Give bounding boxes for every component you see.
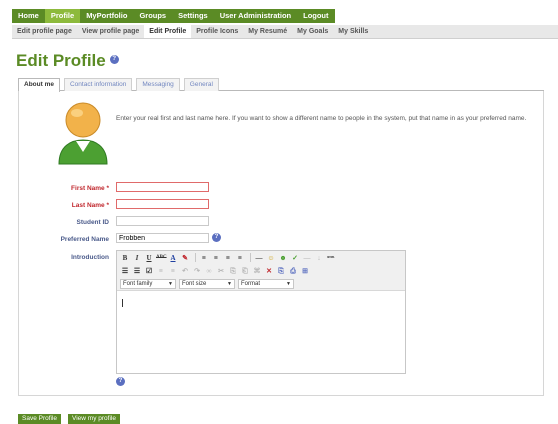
- save-profile-button[interactable]: Save Profile: [18, 414, 62, 424]
- undo-icon[interactable]: ↶: [180, 266, 190, 276]
- numbered-list-icon[interactable]: ☰: [132, 266, 142, 276]
- introduction-label: Introduction: [71, 254, 109, 261]
- subnav-edit-profile-page[interactable]: Edit profile page: [12, 25, 77, 38]
- top-navigation: Home Profile MyPortfolio Groups Settings…: [12, 9, 335, 23]
- spellcheck-icon[interactable]: ✓: [290, 253, 300, 263]
- nav-user-administration[interactable]: User Administration: [214, 9, 297, 23]
- student-id-label: Student ID: [76, 219, 110, 226]
- nav-profile[interactable]: Profile: [44, 9, 81, 23]
- tab-general[interactable]: General: [183, 78, 219, 91]
- font-size-select[interactable]: Font size ▼: [179, 278, 235, 289]
- indent-icon[interactable]: ≡: [168, 266, 178, 276]
- preferred-name-label: Preferred Name: [60, 236, 109, 243]
- emoticon-icon[interactable]: ☺: [266, 253, 276, 263]
- nav-home[interactable]: Home: [12, 9, 45, 23]
- about-me-description: Enter your real first and last name here…: [116, 115, 527, 122]
- format-select[interactable]: Format ▼: [238, 278, 294, 289]
- nav-groups[interactable]: Groups: [133, 9, 172, 23]
- outdent-icon[interactable]: ≡: [156, 266, 166, 276]
- html-source-icon[interactable]: ᴴᵀᴹᴸ: [326, 253, 336, 263]
- first-name-input[interactable]: [116, 182, 209, 192]
- chevron-down-icon: ▼: [286, 280, 291, 287]
- page-title-text: Edit Profile: [16, 51, 106, 70]
- nav-logout[interactable]: Logout: [297, 9, 334, 23]
- nav-settings[interactable]: Settings: [172, 9, 214, 23]
- subnav-my-resume[interactable]: My Resumé: [243, 25, 292, 38]
- table-icon[interactable]: ⊞: [300, 266, 310, 276]
- print-icon[interactable]: ⎙: [288, 266, 298, 276]
- chevron-down-icon: ▼: [168, 280, 173, 287]
- separator-icon: —: [303, 253, 311, 262]
- font-family-select-value: Font family: [123, 280, 153, 287]
- required-mark: *: [106, 185, 109, 192]
- font-size-select-value: Font size: [182, 280, 207, 287]
- profile-tabs: About me Contact information Messaging G…: [18, 78, 544, 92]
- horizontal-rule-icon[interactable]: —: [254, 253, 264, 263]
- text-color-icon[interactable]: A: [168, 253, 178, 263]
- first-name-label: First Name *: [19, 185, 109, 192]
- toolbar-divider: [250, 253, 251, 262]
- tab-contact-information[interactable]: Contact information: [63, 78, 133, 91]
- subnav-profile-icons[interactable]: Profile Icons: [191, 25, 243, 38]
- underline-button[interactable]: U: [144, 253, 154, 263]
- bullet-list-icon[interactable]: ☰: [120, 266, 130, 276]
- preferred-name-input[interactable]: [116, 233, 209, 243]
- paste-icon[interactable]: ↓: [314, 253, 324, 263]
- nav-myportfolio[interactable]: MyPortfolio: [80, 9, 133, 23]
- chevron-down-icon: ▼: [227, 280, 232, 287]
- last-name-label: Last Name *: [19, 202, 109, 209]
- format-select-value: Format: [241, 280, 261, 287]
- page-title: Edit Profile?: [16, 51, 119, 71]
- subnav-view-profile-page[interactable]: View profile page: [77, 25, 144, 38]
- cut-icon[interactable]: ✂: [216, 266, 226, 276]
- highlight-color-icon[interactable]: ✎: [180, 253, 190, 263]
- align-left-icon[interactable]: ≡: [199, 253, 209, 263]
- italic-button[interactable]: I: [132, 253, 142, 263]
- bold-button[interactable]: B: [120, 253, 130, 263]
- copy-format-icon[interactable]: ⎘: [276, 266, 286, 276]
- editor-toolbar-row-3: Font family ▼ Font size ▼ Format ▼: [117, 277, 405, 291]
- editor-toolbar-row-2: ☰ ☰ ☑ ≡ ≡ ↶ ↷ ∞ ✂ ⎘ ⎗ ⌘ ✕ ⎘ ⎙ ⊞: [117, 264, 405, 277]
- align-right-icon[interactable]: ≡: [223, 253, 233, 263]
- paste-text-icon[interactable]: ⎗: [240, 266, 250, 276]
- remove-format-icon[interactable]: ✕: [264, 266, 274, 276]
- align-center-icon[interactable]: ≡: [211, 253, 221, 263]
- editor-toolbar-row-1: B I U ABC A ✎ ≡ ≡ ≡ ≡ — ☺ ☻ ✓ — ↓ ᴴᵀᴹᴸ: [117, 251, 405, 264]
- introduction-help-icon[interactable]: ?: [116, 377, 125, 386]
- anchor-icon[interactable]: ⌘: [252, 266, 262, 276]
- redo-icon[interactable]: ↷: [192, 266, 202, 276]
- subnav-edit-profile[interactable]: Edit Profile: [144, 25, 192, 38]
- last-name-label-text: Last Name: [71, 202, 105, 209]
- first-name-label-text: First Name: [71, 185, 105, 192]
- required-mark: *: [106, 202, 109, 209]
- subnav-my-goals[interactable]: My Goals: [292, 25, 333, 38]
- subnav-my-skills[interactable]: My Skills: [333, 25, 373, 38]
- link-icon[interactable]: ∞: [204, 266, 214, 276]
- tab-messaging[interactable]: Messaging: [136, 78, 180, 91]
- font-family-select[interactable]: Font family ▼: [120, 278, 176, 289]
- introduction-editor: B I U ABC A ✎ ≡ ≡ ≡ ≡ — ☺ ☻ ✓ — ↓ ᴴᵀᴹᴸ ☰…: [116, 250, 406, 374]
- view-my-profile-button[interactable]: View my profile: [68, 414, 120, 424]
- student-id-input[interactable]: [116, 216, 209, 226]
- strikethrough-button[interactable]: ABC: [156, 253, 167, 263]
- toolbar-divider: [195, 253, 196, 262]
- preferred-name-help-icon[interactable]: ?: [212, 233, 221, 242]
- text-caret: [122, 299, 123, 307]
- last-name-input[interactable]: [116, 199, 209, 209]
- tab-about-me[interactable]: About me: [18, 78, 60, 92]
- copy-icon[interactable]: ⎘: [228, 266, 238, 276]
- checkbox-list-icon[interactable]: ☑: [144, 266, 154, 276]
- help-icon[interactable]: ?: [109, 55, 119, 65]
- avatar-icon: [58, 102, 108, 165]
- align-justify-icon[interactable]: ≡: [235, 253, 245, 263]
- about-me-panel: Enter your real first and last name here…: [18, 91, 544, 396]
- image-icon[interactable]: ☻: [278, 253, 288, 263]
- sub-navigation: Edit profile page View profile page Edit…: [12, 25, 558, 39]
